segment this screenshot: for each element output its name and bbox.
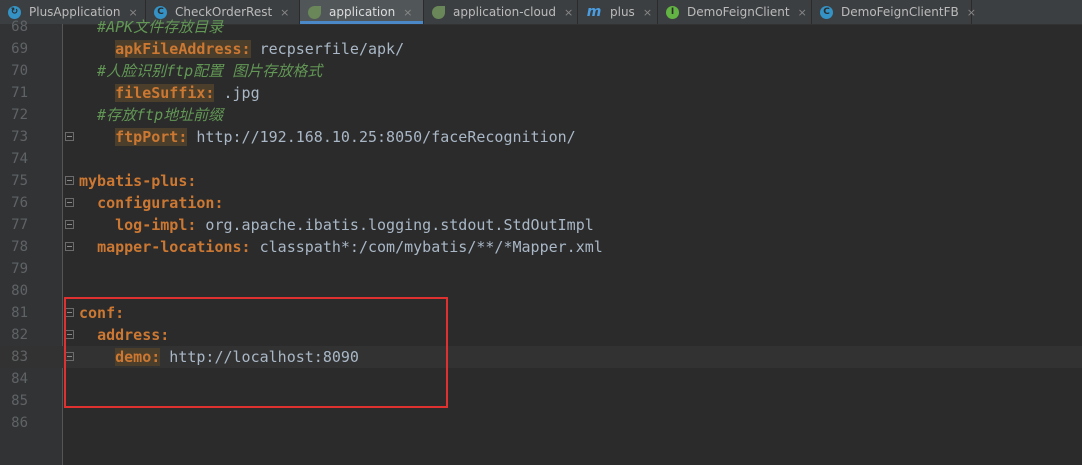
- code-line[interactable]: 69 apkFileAddress: recpserfile/apk/: [0, 38, 1082, 60]
- line-code: fileSuffix: .jpg: [79, 82, 260, 104]
- line-code: mapper-locations: classpath*:/com/mybati…: [79, 236, 603, 258]
- line-number: 68: [11, 19, 28, 35]
- line-number: 73: [11, 129, 28, 145]
- line-code: ftpPort: http://192.168.10.25:8050/faceR…: [79, 126, 576, 148]
- yaml-value: recpserfile/apk/: [250, 40, 405, 58]
- line-code: configuration:: [79, 192, 224, 214]
- fold-toggle-icon[interactable]: [65, 198, 74, 207]
- yaml-value: [79, 128, 115, 146]
- code-line[interactable]: 76 configuration:: [0, 192, 1082, 214]
- fold-toggle-icon[interactable]: [65, 176, 74, 185]
- yaml-key: log-impl:: [115, 216, 197, 234]
- yaml-key: ftpPort:: [115, 128, 188, 146]
- line-code: #存放ftp地址前缀: [79, 104, 223, 126]
- code-line[interactable]: 74: [0, 148, 1082, 170]
- line-number: 83: [11, 349, 28, 365]
- line-code: apkFileAddress: recpserfile/apk/: [79, 38, 404, 60]
- code-line[interactable]: 79: [0, 258, 1082, 280]
- yaml-key: apkFileAddress:: [115, 40, 251, 58]
- yaml-value: classpath*:/com/mybatis/**/*Mapper.xml: [250, 238, 603, 256]
- yaml-key: configuration:: [97, 194, 224, 212]
- line-number: 75: [11, 173, 28, 189]
- line-number: 82: [11, 327, 28, 343]
- yaml-value: [79, 84, 115, 102]
- line-number: 74: [11, 151, 28, 167]
- fold-toggle-icon[interactable]: [65, 242, 74, 251]
- fold-toggle-icon[interactable]: [65, 132, 74, 141]
- code-line[interactable]: 78 mapper-locations: classpath*:/com/myb…: [0, 236, 1082, 258]
- red-highlight-box: [64, 297, 448, 408]
- yaml-value: [79, 238, 97, 256]
- line-number: 80: [11, 283, 28, 299]
- line-number: 86: [11, 415, 28, 431]
- line-number: 81: [11, 305, 28, 321]
- code-line[interactable]: 77 log-impl: org.apache.ibatis.logging.s…: [0, 214, 1082, 236]
- code-line[interactable]: 71 fileSuffix: .jpg: [0, 82, 1082, 104]
- code-line[interactable]: 73 ftpPort: http://192.168.10.25:8050/fa…: [0, 126, 1082, 148]
- line-code: mybatis-plus:: [79, 170, 196, 192]
- yaml-value: http://192.168.10.25:8050/faceRecognitio…: [187, 128, 576, 146]
- yaml-value: org.apache.ibatis.logging.stdout.StdOutI…: [196, 216, 594, 234]
- yaml-key: fileSuffix:: [115, 84, 215, 102]
- yaml-value: [79, 40, 115, 58]
- code-line[interactable]: 68 #APK文件存放目录: [0, 16, 1082, 38]
- line-number: 85: [11, 393, 28, 409]
- line-number: 70: [11, 63, 28, 79]
- yaml-key: mybatis-plus:: [79, 172, 197, 190]
- code-line[interactable]: 72 #存放ftp地址前缀: [0, 104, 1082, 126]
- line-number: 79: [11, 261, 28, 277]
- code-line[interactable]: 86: [0, 412, 1082, 434]
- yaml-comment: #人脸识别ftp配置 图片存放格式: [79, 62, 323, 80]
- yaml-value: [79, 194, 97, 212]
- code-line[interactable]: 75 mybatis-plus:: [0, 170, 1082, 192]
- yaml-value: .jpg: [214, 84, 260, 102]
- line-number: 71: [11, 85, 28, 101]
- line-number: 76: [11, 195, 28, 211]
- line-code: #APK文件存放目录: [79, 16, 223, 38]
- yaml-comment: #APK文件存放目录: [79, 18, 224, 36]
- line-code: log-impl: org.apache.ibatis.logging.stdo…: [79, 214, 594, 236]
- line-number: 72: [11, 107, 28, 123]
- yaml-key: mapper-locations:: [97, 238, 251, 256]
- line-number: 84: [11, 371, 28, 387]
- fold-toggle-icon[interactable]: [65, 220, 74, 229]
- line-code: #人脸识别ftp配置 图片存放格式: [79, 60, 322, 82]
- yaml-value: [79, 216, 115, 234]
- line-number: 77: [11, 217, 28, 233]
- line-number: 78: [11, 239, 28, 255]
- yaml-comment: #存放ftp地址前缀: [79, 106, 224, 124]
- line-number: 69: [11, 41, 28, 57]
- code-line[interactable]: 70 #人脸识别ftp配置 图片存放格式: [0, 60, 1082, 82]
